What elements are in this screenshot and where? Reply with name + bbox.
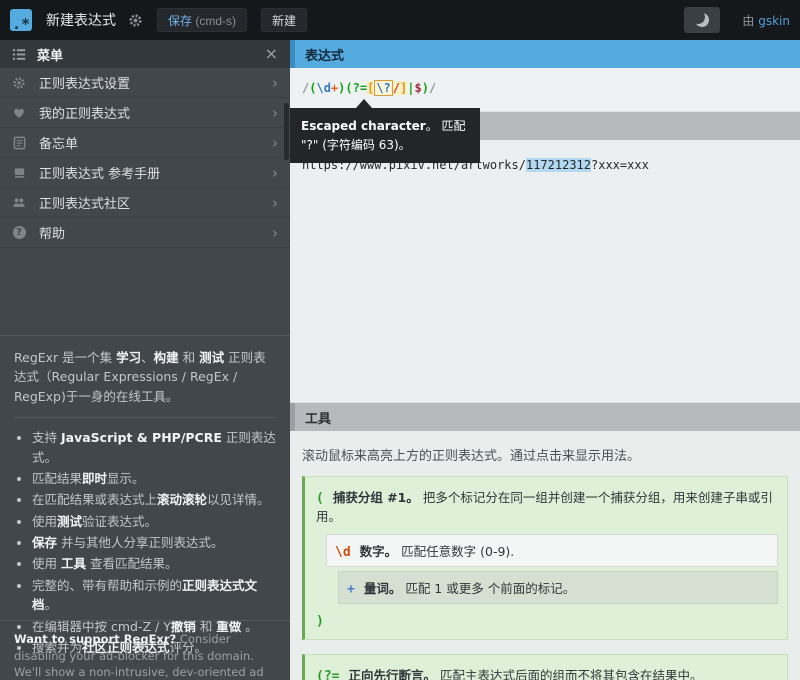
- sidebar-item-label: 正则表达式 参考手册: [39, 163, 160, 182]
- save-label: 保存: [168, 14, 192, 28]
- expression-tokens: /(\d+)(?=[\?/]|$)/: [302, 80, 436, 96]
- explain-group-block: (捕获分组 #1。 把多个标记分在同一组并创建一个捕获分组，用来创建子串或引用。…: [302, 476, 788, 640]
- chevron-right-icon: ›: [272, 134, 278, 152]
- chevron-right-icon: ›: [272, 104, 278, 122]
- tools-header[interactable]: 工具: [290, 403, 800, 431]
- explain-row-group-open[interactable]: (捕获分组 #1。 把多个标记分在同一组并创建一个捕获分组，用来创建子串或引用。: [314, 482, 778, 530]
- explain-row-lookahead[interactable]: (?=正向先行断言。 匹配主表达式后面的组而不将其包含在结果中。: [314, 660, 778, 680]
- sidebar-description: RegExr 是一个集 学习、构建 和 测试 正则表达式（Regular Exp…: [0, 335, 290, 659]
- expression-header-label: 表达式: [305, 45, 344, 64]
- sidebar-item-cheatsheet[interactable]: 备忘单 ›: [0, 128, 290, 158]
- token-tooltip-text: Escaped character。 匹配 "?" (字符编码 63)。: [301, 119, 466, 152]
- chevron-right-icon: ›: [272, 164, 278, 182]
- feature-item: 保存 并与其他人分享正则表达式。: [32, 533, 276, 552]
- sidebar-item-help[interactable]: ? 帮助 ›: [0, 218, 290, 248]
- sidebar-item-favorites[interactable]: 我的正则表达式 ›: [0, 98, 290, 128]
- ad-notice: Want to support RegExr? Consider disabli…: [0, 620, 290, 680]
- credit-text: 由 gskin: [742, 12, 790, 29]
- page-title: 新建表达式: [46, 10, 116, 30]
- sidebar-item-settings[interactable]: 正则表达式设置 ›: [0, 68, 290, 98]
- gear-icon: [128, 13, 143, 28]
- community-icon: [12, 196, 26, 210]
- save-shortcut: (cmd-s): [192, 14, 236, 28]
- credit-link[interactable]: gskin: [758, 14, 790, 28]
- main-panel: 表达式 /(\d+)(?=[\?/]|$)/ 文本 https://www.pi…: [290, 40, 800, 680]
- expression-settings-gear-icon[interactable]: [128, 13, 143, 28]
- regexr-logo[interactable]: .*: [10, 9, 32, 31]
- book-icon: [12, 166, 26, 180]
- help-icon: ?: [12, 226, 26, 240]
- new-button[interactable]: 新建: [261, 8, 307, 32]
- heart-icon: [12, 106, 26, 120]
- sidebar-item-label: 备忘单: [39, 133, 78, 152]
- tools-hint: 滚动鼠标来高亮上方的正则表达式。通过点击来显示用法。: [290, 431, 800, 476]
- intro-paragraph: RegExr 是一个集 学习、构建 和 测试 正则表达式（Regular Exp…: [14, 348, 276, 406]
- feature-item: 使用 工具 查看匹配结果。: [32, 554, 276, 573]
- feature-item: 在匹配结果或表达式上滚动滚轮以见详情。: [32, 490, 276, 509]
- explain-row-group-close[interactable]: ): [314, 608, 778, 634]
- explain-row-quantifier[interactable]: +量词。 匹配 1 或更多 个前面的标记。: [338, 571, 778, 604]
- sidebar-item-label: 正则表达式社区: [39, 193, 130, 212]
- sidebar-item-label: 我的正则表达式: [39, 103, 130, 122]
- expression-header: 表达式: [290, 40, 800, 68]
- menu-list-icon: [12, 47, 26, 61]
- token-tooltip: Escaped character。 匹配 "?" (字符编码 63)。: [290, 108, 480, 163]
- gear-icon: [12, 76, 26, 90]
- tools-header-label: 工具: [305, 408, 331, 427]
- sidebar-item-label: 正则表达式设置: [39, 73, 130, 92]
- sidebar: 菜单 × 正则表达式设置 › 我的正则表达式 › 备忘单 › 正则表达式 参考手…: [0, 40, 290, 680]
- chevron-right-icon: ›: [272, 224, 278, 242]
- feature-item: 匹配结果即时显示。: [32, 469, 276, 488]
- moon-icon: [695, 13, 709, 27]
- test-text-input[interactable]: https://www.pixiv.net/artworks/117212312…: [290, 140, 800, 403]
- menu-title: 菜单: [37, 45, 63, 64]
- cheatsheet-icon: [12, 136, 26, 150]
- chevron-right-icon: ›: [272, 74, 278, 92]
- chevron-right-icon: ›: [272, 194, 278, 212]
- save-button[interactable]: 保存 (cmd-s): [157, 8, 247, 32]
- tools-panel: 滚动鼠标来高亮上方的正则表达式。通过点击来显示用法。 (捕获分组 #1。 把多个…: [290, 431, 800, 680]
- explain-lookahead-block: (?=正向先行断言。 匹配主表达式后面的组而不将其包含在结果中。 [字符集。 匹…: [302, 654, 788, 680]
- close-icon[interactable]: ×: [265, 46, 278, 62]
- topbar: .* 新建表达式 保存 (cmd-s) 新建 由 gskin: [0, 0, 800, 40]
- feature-item: 完整的、带有帮助和示例的正则表达式文档。: [32, 576, 276, 615]
- feature-item: 支持 JavaScript & PHP/PCRE 正则表达式。: [32, 428, 276, 467]
- feature-item: 使用测试验证表达式。: [32, 512, 276, 531]
- explain-row-digit[interactable]: \d数字。 匹配任意数字 (0-9).: [326, 534, 778, 567]
- dark-mode-toggle[interactable]: [684, 7, 720, 33]
- sidebar-item-reference[interactable]: 正则表达式 参考手册 ›: [0, 158, 290, 188]
- new-label: 新建: [272, 14, 296, 28]
- sidebar-scrollbar[interactable]: [284, 103, 289, 160]
- menu-header: 菜单 ×: [0, 40, 290, 68]
- sidebar-item-label: 帮助: [39, 223, 65, 242]
- sidebar-item-community[interactable]: 正则表达式社区 ›: [0, 188, 290, 218]
